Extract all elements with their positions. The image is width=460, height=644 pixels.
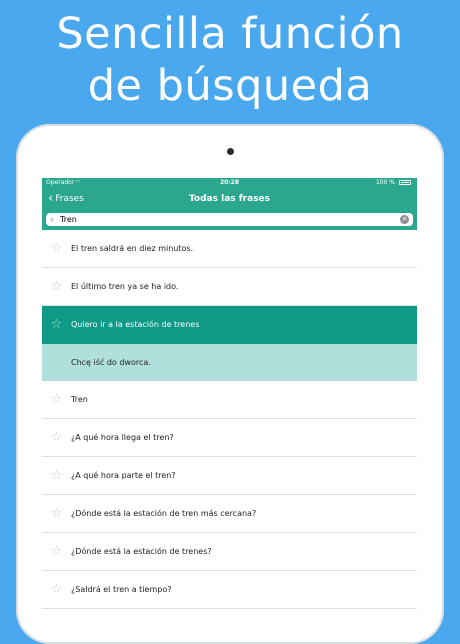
list-item[interactable]: ☆ ¿Dónde está la estación de tren más ce… xyxy=(42,495,417,533)
search-icon: ⌕ xyxy=(50,215,55,224)
star-icon[interactable]: ☆ xyxy=(42,582,71,597)
star-icon[interactable]: ☆ xyxy=(42,544,71,559)
phrase-text: El tren saldrá en diez minutos. xyxy=(71,244,194,253)
translation-row: Chcę iść do dworca. xyxy=(42,344,417,381)
phrase-text: Tren xyxy=(71,395,88,404)
page-title: Todas las frases xyxy=(188,194,271,204)
phrase-text: ¿Saldrá el tren a tiempo? xyxy=(71,585,172,594)
battery-icon xyxy=(399,180,411,185)
phrase-text: ¿A qué hora llega el tren? xyxy=(71,433,174,442)
search-input[interactable] xyxy=(60,213,380,226)
star-icon[interactable]: ☆ xyxy=(42,241,71,256)
star-icon[interactable]: ☆ xyxy=(42,279,71,294)
list-item[interactable]: ☆ ¿A qué hora parte el tren? xyxy=(42,457,417,495)
list-item[interactable]: ☆ El último tren ya se ha ido. xyxy=(42,268,417,306)
list-item[interactable]: ☆ ¿Dónde está la estación de trenes? xyxy=(42,533,417,571)
list-item[interactable]: ☆ Tren xyxy=(42,381,417,419)
promo-line-1: Sencilla función xyxy=(56,9,404,59)
star-icon[interactable]: ☆ xyxy=(42,392,71,407)
phrase-text: ¿Dónde está la estación de trenes? xyxy=(71,547,212,556)
phrase-text: ¿A qué hora parte el tren? xyxy=(71,471,176,480)
star-icon[interactable]: ☆ xyxy=(42,506,71,521)
search-field[interactable]: ⌕ × xyxy=(46,213,413,226)
promo-line-2: de búsqueda xyxy=(87,61,373,111)
list-item[interactable]: ☆ El tren saldrá en diez minutos. xyxy=(42,230,417,268)
list-item-selected[interactable]: ☆ Quiero ir a la estación de trenes xyxy=(42,306,417,344)
phrase-text: Quiero ir a la estación de trenes xyxy=(71,320,200,329)
clear-search-icon[interactable]: × xyxy=(400,215,409,224)
phrase-list: ☆ El tren saldrá en diez minutos. ☆ El ú… xyxy=(42,230,417,609)
battery-percent: 100 % xyxy=(375,179,395,186)
search-bar: ⌕ × xyxy=(42,210,417,230)
star-icon[interactable]: ☆ xyxy=(42,317,71,332)
status-bar: Operador ◠ 20:28 100 % xyxy=(42,178,417,188)
nav-bar: ‹ Frases Todas las frases xyxy=(42,188,417,210)
list-item[interactable]: ☆ ¿A qué hora llega el tren? xyxy=(42,419,417,457)
star-icon[interactable]: ☆ xyxy=(42,468,71,483)
status-time: 20:28 xyxy=(219,179,240,186)
camera-dot xyxy=(227,148,234,155)
star-icon[interactable]: ☆ xyxy=(42,430,71,445)
promo-headline: Sencilla función de búsqueda xyxy=(0,8,460,112)
app-screen: Operador ◠ 20:28 100 % ‹ Frases Todas la… xyxy=(42,178,417,618)
phrase-text: ¿Dónde está la estación de tren más cerc… xyxy=(71,509,257,518)
translation-text: Chcę iść do dworca. xyxy=(71,357,151,367)
list-item[interactable]: ☆ ¿Saldrá el tren a tiempo? xyxy=(42,571,417,609)
phrase-text: El último tren ya se ha ido. xyxy=(71,282,179,291)
